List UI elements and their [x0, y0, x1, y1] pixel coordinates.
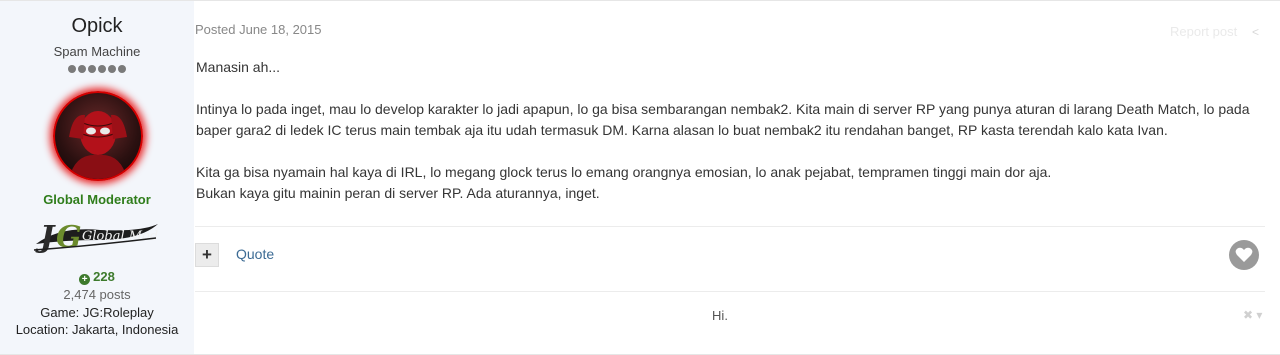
signature-options-icon[interactable]: ✖ ▾ — [1243, 308, 1262, 322]
rank-pip — [118, 65, 126, 73]
signature: Hi. — [712, 308, 728, 323]
author-location: Location: Jakarta, Indonesia — [15, 322, 179, 337]
multiquote-button[interactable]: + — [195, 243, 219, 267]
reputation: +228 — [0, 269, 194, 285]
group-badge-image: J G Global Mod — [30, 216, 162, 256]
rank-pip — [88, 65, 96, 73]
post-content: Manasin ah... Intinya lo pada inget, mau… — [196, 57, 1256, 204]
rank-pip — [108, 65, 116, 73]
reputation-count: 228 — [93, 269, 115, 284]
author-rank: Spam Machine — [53, 44, 141, 59]
rank-pip — [78, 65, 86, 73]
post-line: Bukan kaya gitu mainin peran di server R… — [196, 185, 600, 201]
post-count: 2,474 posts — [63, 287, 131, 302]
divider — [195, 226, 1265, 227]
divider — [195, 291, 1265, 292]
plus-circle-icon: + — [79, 274, 91, 285]
rank-pips — [0, 65, 194, 73]
avatar[interactable] — [53, 91, 143, 181]
rank-pip — [98, 65, 106, 73]
post-date[interactable]: Posted June 18, 2015 — [195, 22, 322, 37]
svg-text:G: G — [56, 220, 82, 255]
forum-post: Opick Spam Machine Global Moderator J G … — [0, 0, 1280, 355]
post-paragraph: Manasin ah... — [196, 59, 281, 75]
author-name[interactable]: Opick — [0, 15, 194, 38]
post-paragraph: Kita ga bisa nyamain hal kaya di IRL, lo… — [196, 162, 1256, 204]
author-group: Global Moderator — [43, 192, 151, 207]
rank-pip — [68, 65, 76, 73]
author-panel: Opick Spam Machine Global Moderator J G … — [0, 1, 194, 354]
quote-button[interactable]: Quote — [236, 246, 274, 262]
like-heart-icon[interactable] — [1229, 240, 1259, 270]
share-icon[interactable]: < — [1252, 25, 1259, 39]
post-paragraph: Intinya lo pada inget, mau lo develop ka… — [196, 101, 1250, 138]
post-line: Kita ga bisa nyamain hal kaya di IRL, lo… — [196, 164, 1052, 180]
report-post-link[interactable]: Report post — [1170, 24, 1237, 39]
